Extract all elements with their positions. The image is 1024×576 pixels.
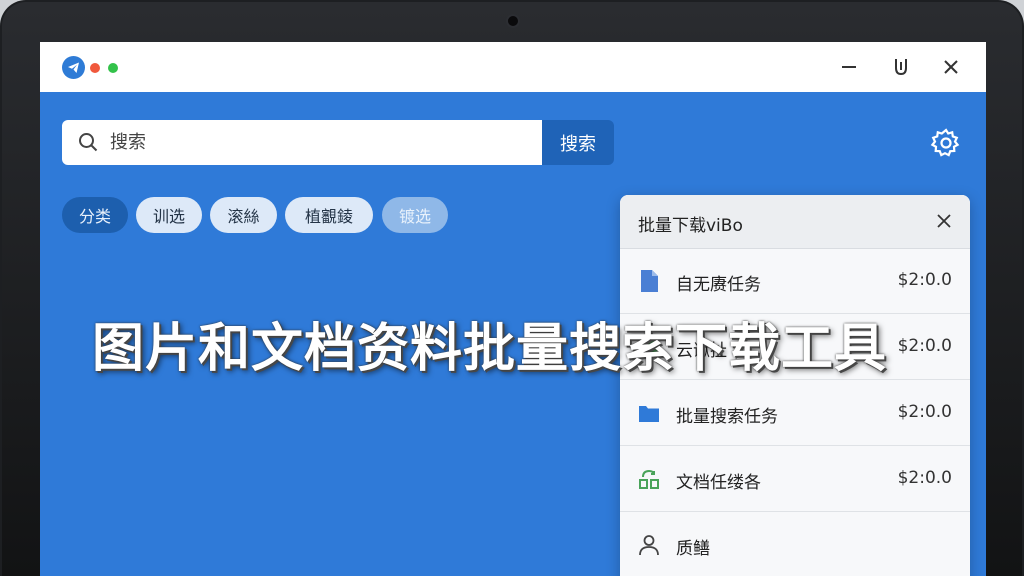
task-row[interactable]: 质鳝 <box>620 513 970 576</box>
folder-icon <box>639 406 659 422</box>
camera-icon <box>508 16 518 26</box>
app-screen: 搜索 分类 训选 滚絲 植覾錂 镀选 批量下载viBo <box>40 42 986 576</box>
window-dot-green[interactable] <box>108 63 118 73</box>
user-icon <box>639 535 659 556</box>
chip-category[interactable]: 分类 <box>62 197 128 233</box>
window-dot-red[interactable] <box>90 63 100 73</box>
window-titlebar <box>40 42 986 92</box>
close-icon <box>944 60 958 74</box>
chip-filter-1[interactable]: 训选 <box>136 197 202 233</box>
chip-filter-2[interactable]: 滚絲 <box>210 197 277 233</box>
panel-header: 批量下载viBo <box>620 195 970 249</box>
search-button[interactable]: 搜索 <box>542 120 614 165</box>
headline-overlay: 图片和文档资料批量搜索下载工具 <box>92 319 888 379</box>
close-button[interactable] <box>938 54 964 80</box>
task-row[interactable]: 自无赓任务 $2:0.0 <box>620 249 970 314</box>
tablet-frame: 搜索 分类 训选 滚絲 植覾錂 镀选 批量下载viBo <box>0 0 1024 576</box>
task-price: $2:0.0 <box>897 270 952 290</box>
document-icon <box>641 270 658 292</box>
telegram-logo-icon <box>62 56 85 79</box>
task-row[interactable]: 文档任缕各 $2:0.0 <box>620 447 970 512</box>
task-price: $2:0.0 <box>897 402 952 422</box>
task-row[interactable]: 批量搜索任务 $2:0.0 <box>620 381 970 446</box>
task-name: 批量搜索任务 <box>676 407 778 427</box>
pin-icon <box>895 59 907 76</box>
task-name: 文档任缕各 <box>676 473 761 493</box>
chip-filter-3[interactable]: 植覾錂 <box>285 197 373 233</box>
minimize-icon <box>842 66 856 68</box>
task-name: 质鳝 <box>676 539 710 559</box>
sync-icon <box>639 469 659 489</box>
panel-close-icon[interactable] <box>934 211 954 231</box>
minimize-button[interactable] <box>836 54 862 80</box>
search-icon <box>79 133 98 152</box>
panel-title: 批量下载viBo <box>638 216 743 236</box>
task-name: 自无赓任务 <box>676 275 761 295</box>
task-price: $2:0.0 <box>897 468 952 488</box>
search-bar <box>62 120 542 165</box>
chip-filter-4[interactable]: 镀选 <box>382 197 448 233</box>
search-input[interactable] <box>110 120 530 165</box>
pin-button[interactable] <box>888 54 914 80</box>
gear-icon[interactable] <box>930 127 962 159</box>
batch-download-panel: 批量下载viBo 自无赓任务 $2:0.0 云谳扯 $2:0.0 批量搜索任务 … <box>620 195 970 576</box>
